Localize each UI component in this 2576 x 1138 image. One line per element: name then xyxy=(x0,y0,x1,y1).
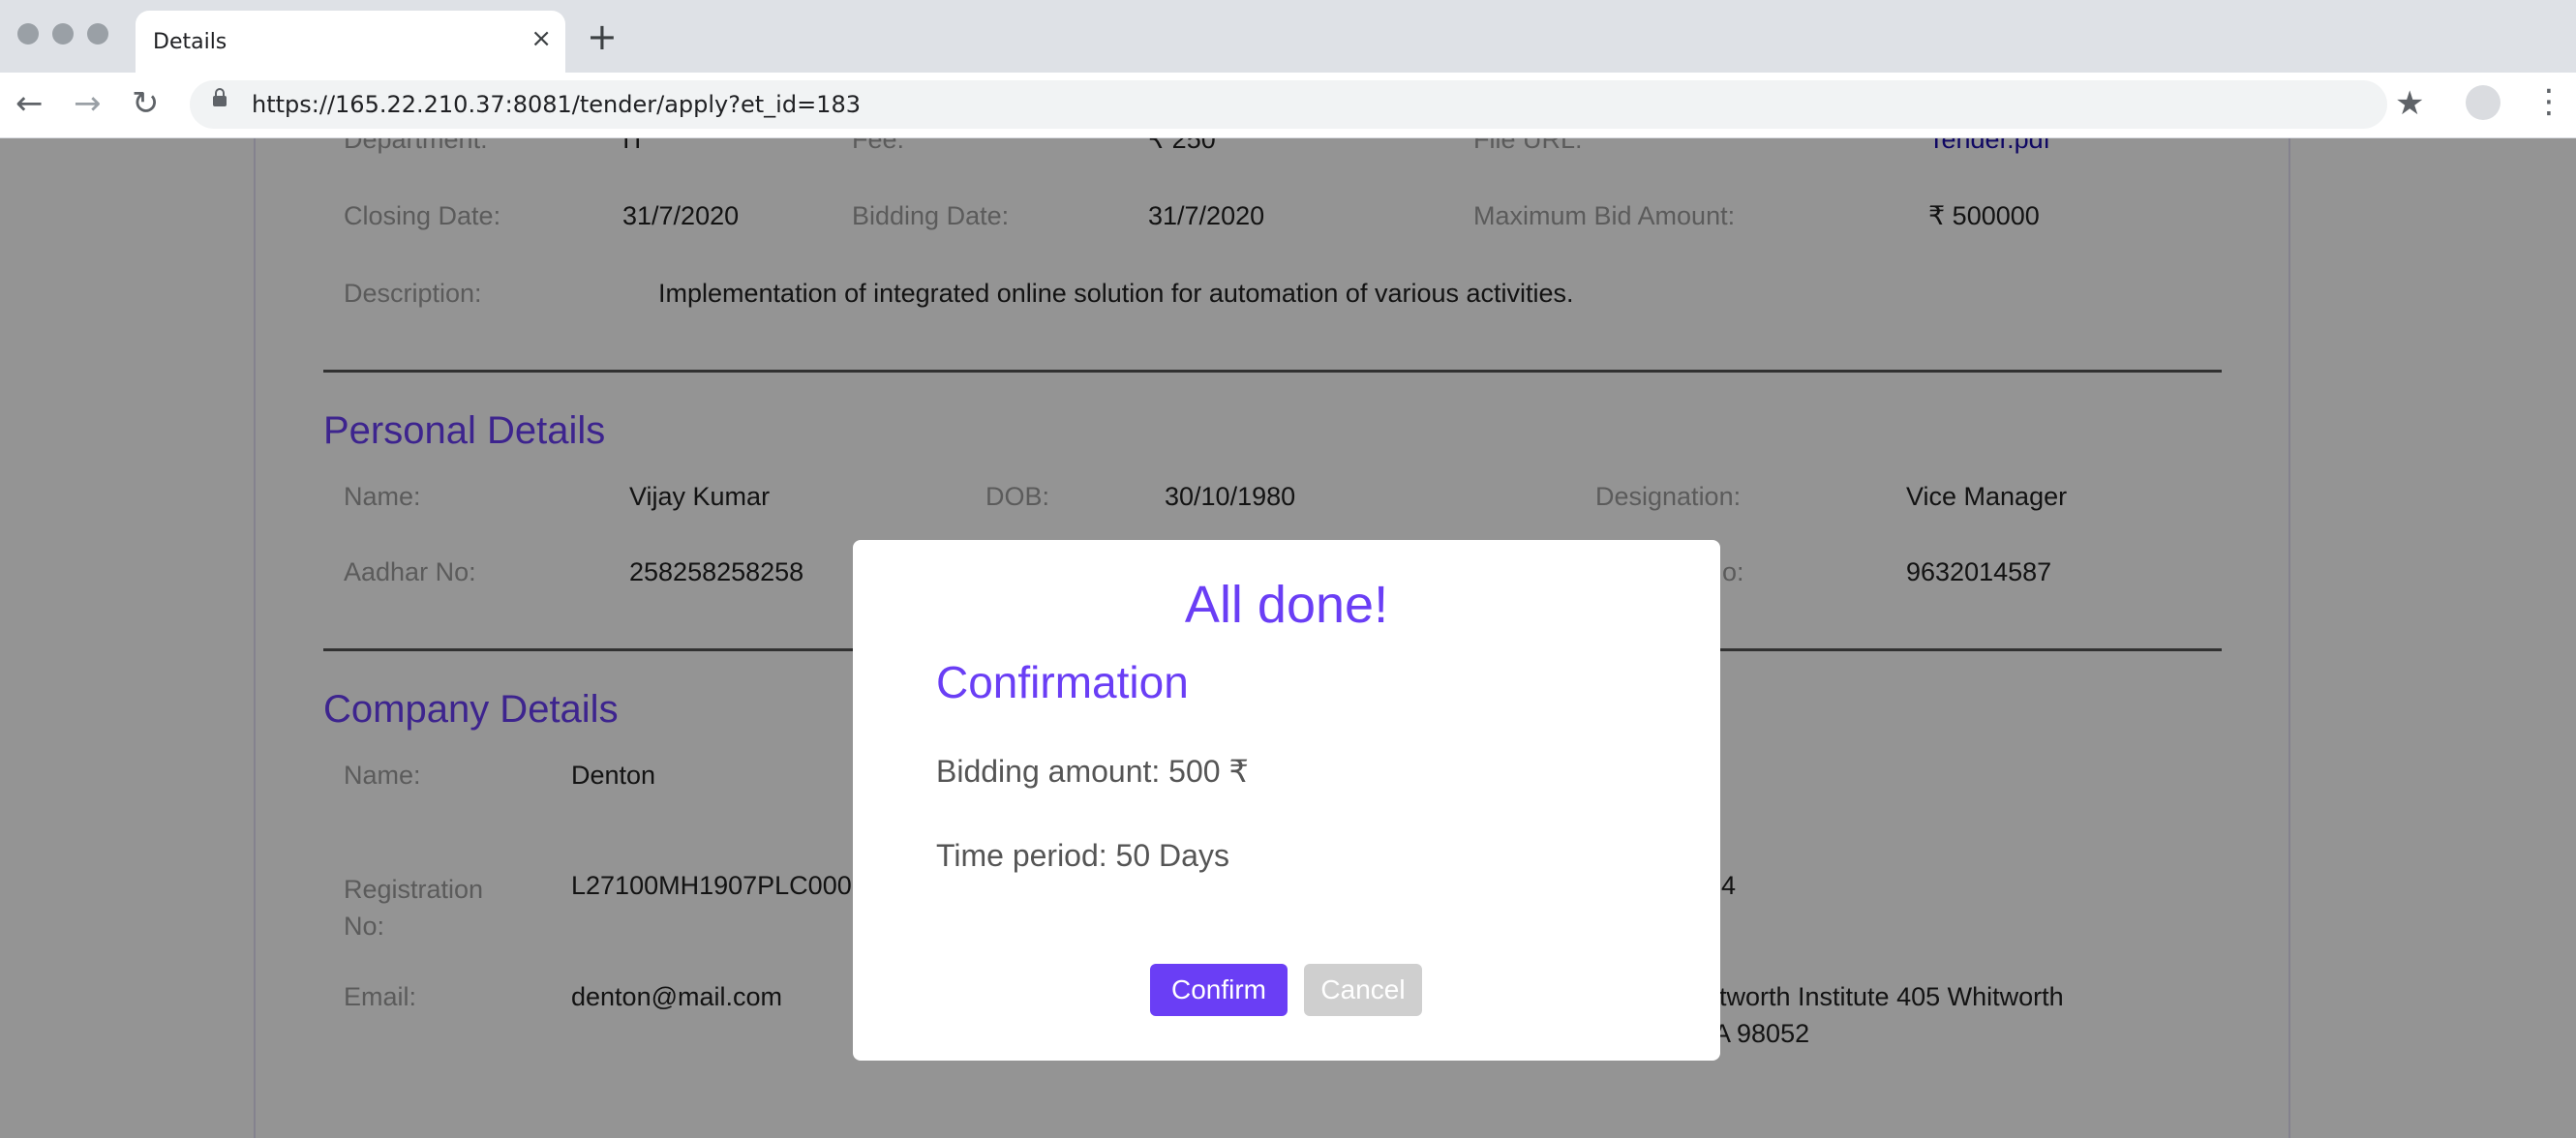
dialog-title: All done! xyxy=(1184,576,1389,634)
cancel-button[interactable]: Cancel xyxy=(1304,964,1422,1016)
reload-icon[interactable]: ↻ xyxy=(132,84,160,123)
browser-toolbar: ← → ↻ https://165.22.210.37:8081/tender/… xyxy=(0,73,2576,138)
url-text[interactable]: https://165.22.210.37:8081/tender/apply?… xyxy=(252,91,861,118)
confirm-button[interactable]: Confirm xyxy=(1150,964,1288,1016)
profile-icon[interactable] xyxy=(2466,85,2500,120)
confirmation-dialog: All done! Confirmation Bidding amount: 5… xyxy=(853,540,1720,1061)
back-arrow-icon[interactable]: ← xyxy=(15,84,44,123)
browser-tab[interactable]: Details × xyxy=(136,11,565,73)
window-maximize-dot[interactable] xyxy=(87,23,108,45)
window-minimize-dot[interactable] xyxy=(52,23,74,45)
menu-icon[interactable]: ⋮ xyxy=(2532,82,2565,121)
bidding-amount-text: Bidding amount: 500 ₹ xyxy=(936,754,1249,789)
browser-tab-bar: Details × + xyxy=(0,0,2576,73)
lock-icon xyxy=(213,88,227,106)
time-period-text: Time period: 50 Days xyxy=(936,838,1229,873)
forward-arrow-icon[interactable]: → xyxy=(74,84,102,123)
dialog-subtitle: Confirmation xyxy=(936,657,1189,707)
window-close-dot[interactable] xyxy=(17,23,39,45)
tab-title: Details xyxy=(153,30,227,54)
star-icon[interactable]: ★ xyxy=(2395,84,2424,123)
plus-icon[interactable]: + xyxy=(587,17,618,56)
address-bar[interactable]: https://165.22.210.37:8081/tender/apply?… xyxy=(190,80,2387,129)
close-icon[interactable]: × xyxy=(530,24,552,53)
